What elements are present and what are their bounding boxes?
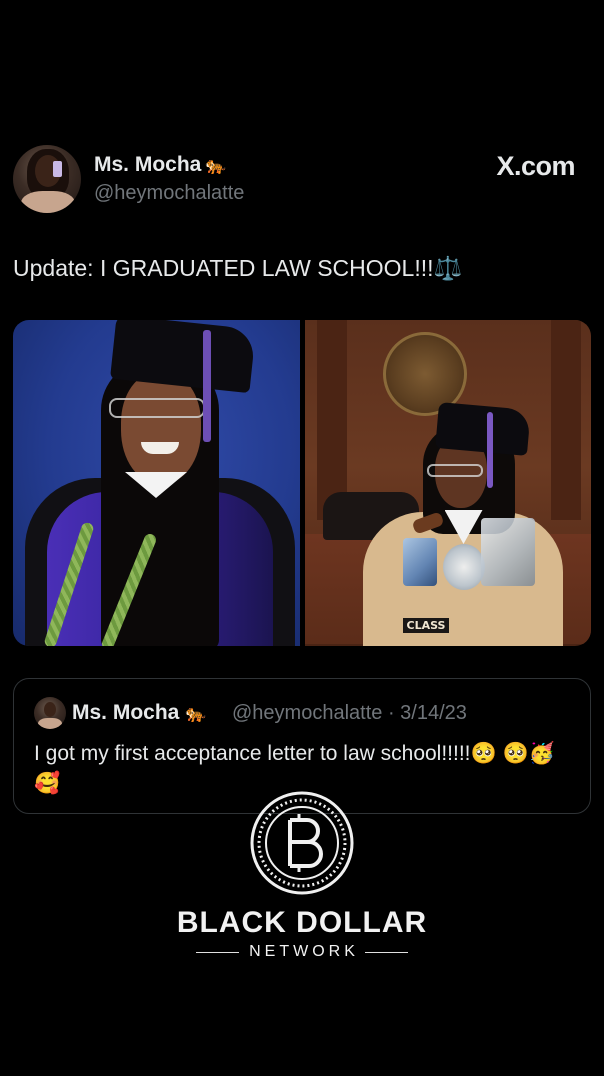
photo-graduation-portrait[interactable] — [13, 320, 300, 646]
tweet-header: Ms. Mocha 🐅 @heymochalatte X.com — [13, 145, 591, 215]
phone-icon — [53, 161, 62, 177]
divider-line — [364, 951, 408, 953]
tiger-icon: 🐅 — [185, 704, 207, 723]
glasses-icon — [109, 398, 205, 418]
x-brand-logo: X.com — [496, 151, 575, 181]
coin-b-icon — [250, 791, 354, 895]
watermark-subtitle: NETWORK — [249, 943, 359, 960]
author-name-text: Ms. Mocha — [94, 153, 202, 176]
award-icon — [402, 538, 437, 586]
quoted-author-avatar[interactable] — [34, 697, 66, 729]
tweet-text: Update: I GRADUATED LAW SCHOOL!!!⚖️ — [13, 255, 463, 281]
quoted-author-name[interactable]: Ms. Mocha 🐅 — [72, 701, 206, 725]
stole-text: CLASS — [402, 618, 450, 633]
author-handle[interactable]: @heymochalatte — [94, 182, 244, 205]
divider-line — [196, 951, 240, 953]
quoted-tweet-meta: @heymochalatte · 3/14/23 — [232, 702, 467, 724]
watermark-subtitle-row: NETWORK — [196, 943, 408, 961]
author-display-name[interactable]: Ms. Mocha 🐅 — [94, 153, 227, 177]
tiger-icon: 🐅 — [205, 156, 227, 175]
photo-courtroom-portrait[interactable]: CLASS — [304, 320, 591, 646]
quoted-author-name-text: Ms. Mocha — [72, 701, 180, 724]
author-avatar[interactable] — [13, 145, 81, 213]
tweet-photos: CLASS — [13, 320, 591, 646]
watermark-title: BLACK DOLLAR — [176, 906, 428, 939]
graduation-cap-icon — [434, 402, 531, 456]
